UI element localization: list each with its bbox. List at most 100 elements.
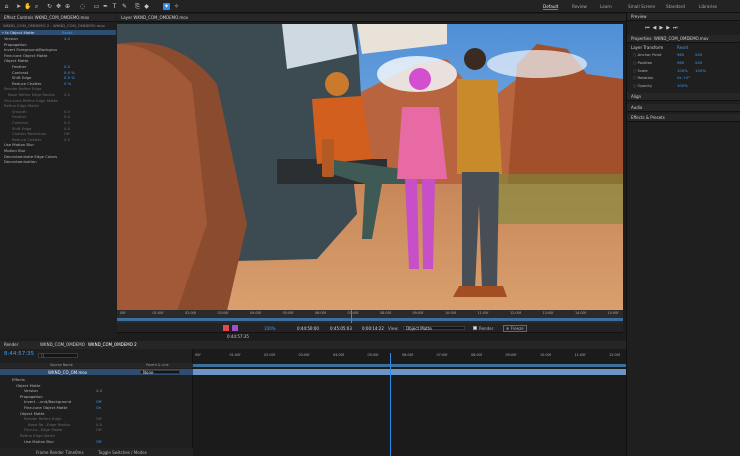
- transform-property-row[interactable]: ◌ Anchor Point 960 540: [633, 52, 702, 57]
- effect-property-row[interactable]: Decontaminate Edge Colors: [4, 154, 57, 159]
- layer-duration-bar[interactable]: [193, 369, 626, 375]
- workspace-learn[interactable]: Learn: [600, 4, 612, 9]
- transform-property-row[interactable]: ◌ Rotation 0x +0°: [633, 75, 690, 80]
- timeline-property-value[interactable]: 0.0: [96, 422, 102, 427]
- transform-property-row[interactable]: ◌ Scale 100% 100%: [633, 68, 706, 73]
- effect-header-object-matte[interactable]: ▾ fx Object Matte Reset: [0, 30, 116, 36]
- transform-property-row[interactable]: ◌ Position 960 540: [633, 60, 702, 65]
- transform-property-value[interactable]: 540: [695, 52, 702, 57]
- view-dropdown[interactable]: Object Matte: [403, 325, 465, 330]
- timeline-property-value[interactable]: Off: [96, 427, 102, 432]
- effect-property-row[interactable]: Contrast 0.0: [12, 120, 70, 125]
- freeze-button[interactable]: ❄ Freeze: [503, 325, 527, 332]
- effects-presets-tab[interactable]: Effects & Presets: [627, 114, 740, 122]
- timeline-property-row[interactable]: Base Re...Edge Radius 0.0: [28, 422, 102, 427]
- workspace-libraries[interactable]: Libraries: [699, 4, 717, 9]
- effect-property-value[interactable]: 0.0: [64, 126, 70, 131]
- preview-transport-controls[interactable]: ⏮◀▶▶⏭: [645, 25, 681, 31]
- timeline-property-row[interactable]: Object Matte: [16, 383, 41, 388]
- timeline-property-row[interactable]: Fine-tu...Edge Matte Off: [24, 427, 102, 432]
- alpha-color-icon[interactable]: [232, 325, 238, 331]
- pen-tool-icon[interactable]: ✒: [102, 3, 109, 10]
- zoom-tool-icon[interactable]: ⌕: [33, 3, 40, 10]
- effect-property-value[interactable]: Off: [64, 131, 70, 136]
- toggle-switches-modes[interactable]: Toggle Switches / Modes: [98, 450, 147, 455]
- timeline-current-time[interactable]: 8:44:57:35: [4, 351, 34, 357]
- timeline-property-row[interactable]: Propagation: [20, 394, 43, 399]
- effect-property-value[interactable]: 0.0: [64, 120, 70, 125]
- viewer-time-ruler[interactable]: 00f 01:00f 02:00f 03:00f 04:00f 05:00f 06:00f 0…: [117, 310, 623, 323]
- home-icon[interactable]: ⌂: [3, 3, 10, 10]
- timeline-property-value[interactable]: On: [96, 405, 101, 410]
- effect-property-value[interactable]: 0.0 %: [64, 75, 75, 80]
- transform-property-value[interactable]: 960: [677, 52, 684, 57]
- workspace-small-screen[interactable]: Small Screen: [628, 4, 655, 9]
- type-tool-icon[interactable]: T: [111, 3, 118, 10]
- timeline-property-row[interactable]: Effects: [12, 377, 25, 382]
- timeline-layer-row[interactable]: WKND_CO_OM.mov None: [0, 369, 193, 375]
- effect-property-row[interactable]: Contrast 0.0 %: [12, 70, 75, 75]
- transform-property-value[interactable]: 0x +0°: [677, 75, 690, 80]
- properties-tab[interactable]: Properties: WKND_COM_OMDEMO.mov: [627, 35, 740, 43]
- effect-controls-tab[interactable]: Effect Controls WKND_COM_OMDEMO.mov: [0, 14, 116, 22]
- effect-property-row[interactable]: Propagation: [4, 42, 27, 47]
- layer-viewer-tab[interactable]: Layer WKND_COM_OMDEMO.mov: [117, 14, 626, 22]
- timeline-tracks[interactable]: 00f 01:00f 02:00f 03:00f 04:00f 05:00f 06:00f 0…: [193, 349, 626, 456]
- transform-property-value[interactable]: 540: [695, 60, 702, 65]
- puppet-tool-icon[interactable]: ✧: [173, 3, 180, 10]
- timeline-property-value[interactable]: Off: [96, 399, 102, 404]
- effect-property-row[interactable]: Invert Foreground/Backgrou: [4, 47, 57, 52]
- transform-property-value[interactable]: 960: [677, 60, 684, 65]
- hand-tool-icon[interactable]: ✋: [24, 3, 31, 10]
- transform-property-value[interactable]: 100%: [677, 68, 688, 73]
- transform-property-row[interactable]: ◌ Opacity 100%: [633, 83, 688, 88]
- layer-viewer-canvas[interactable]: [117, 24, 623, 311]
- timeline-search-input[interactable]: Q: [38, 353, 78, 358]
- timeline-property-value[interactable]: 4.0: [96, 388, 102, 393]
- effect-property-row[interactable]: Refine Edge Matte: [4, 103, 39, 108]
- move-tool-icon[interactable]: ✥: [55, 3, 62, 10]
- in-point-timecode[interactable]: 0:44:50:00: [297, 326, 319, 331]
- effect-property-value[interactable]: 0.0: [64, 92, 70, 97]
- effect-property-value[interactable]: 0 %: [64, 81, 71, 86]
- timeline-property-row[interactable]: Object Matte: [20, 411, 45, 416]
- effect-reset-link[interactable]: Reset: [62, 30, 73, 35]
- effect-property-row[interactable]: Feather 0.0: [12, 114, 70, 119]
- effect-property-row[interactable]: Use Motion Blur: [4, 142, 34, 147]
- clone-tool-icon[interactable]: ⎘: [134, 3, 141, 10]
- eraser-tool-icon[interactable]: ◆: [143, 3, 150, 10]
- effect-property-value[interactable]: 0.0 %: [64, 70, 75, 75]
- workspace-default[interactable]: Default: [543, 4, 559, 10]
- viewer-zoom-value[interactable]: 100%: [264, 326, 275, 331]
- tab-comp-1[interactable]: WKND_COM_OMDEMO: [36, 341, 85, 349]
- transform-property-value[interactable]: 100%: [695, 68, 706, 73]
- timeline-property-row[interactable]: Invert ...und/Background Off: [24, 399, 102, 404]
- orbit-tool-icon[interactable]: ⊕: [64, 3, 71, 10]
- out-point-timecode[interactable]: 0:45:05:03: [330, 326, 352, 331]
- viewer-work-area-bar[interactable]: [117, 318, 623, 321]
- effect-property-value[interactable]: 0.0: [64, 137, 70, 142]
- viewer-current-time[interactable]: 0:44:57:35: [227, 334, 249, 339]
- roto-brush-icon[interactable]: ✦: [163, 3, 170, 10]
- effect-property-row[interactable]: Feather 0.0: [12, 64, 70, 69]
- brush-tool-icon[interactable]: ✎: [121, 3, 128, 10]
- anchor-tool-icon[interactable]: ◌: [79, 3, 86, 10]
- effect-property-row[interactable]: Object Matte: [4, 58, 29, 63]
- timeline-property-value[interactable]: Off: [96, 439, 102, 444]
- timeline-property-row[interactable]: Fine-tune Object Matte On: [24, 405, 101, 410]
- selection-tool-icon[interactable]: ➤: [15, 3, 22, 10]
- transform-property-value[interactable]: 100%: [677, 83, 688, 88]
- col-parent-link[interactable]: Parent & Link: [146, 363, 169, 367]
- effect-property-row[interactable]: Reduce Chatter 0 %: [12, 81, 71, 86]
- transform-reset-link[interactable]: Reset: [677, 45, 688, 50]
- rectangle-tool-icon[interactable]: ▭: [93, 3, 100, 10]
- effect-property-row[interactable]: Smooth 0.0: [12, 109, 70, 114]
- workspace-standard[interactable]: Standard: [666, 4, 685, 9]
- effect-property-row[interactable]: Fine-tune Object Matte: [4, 53, 47, 58]
- effect-property-row[interactable]: Chatter Reduction Off: [12, 131, 70, 136]
- timeline-property-value[interactable]: Off: [96, 416, 102, 421]
- effect-property-row[interactable]: Fine-tune Refine Edge Matte: [4, 98, 58, 103]
- layer-name[interactable]: WKND_CO_OM.mov: [48, 370, 87, 375]
- layer-parent-dropdown[interactable]: None: [140, 369, 180, 374]
- timeline-property-row[interactable]: Version 4.0: [24, 388, 102, 393]
